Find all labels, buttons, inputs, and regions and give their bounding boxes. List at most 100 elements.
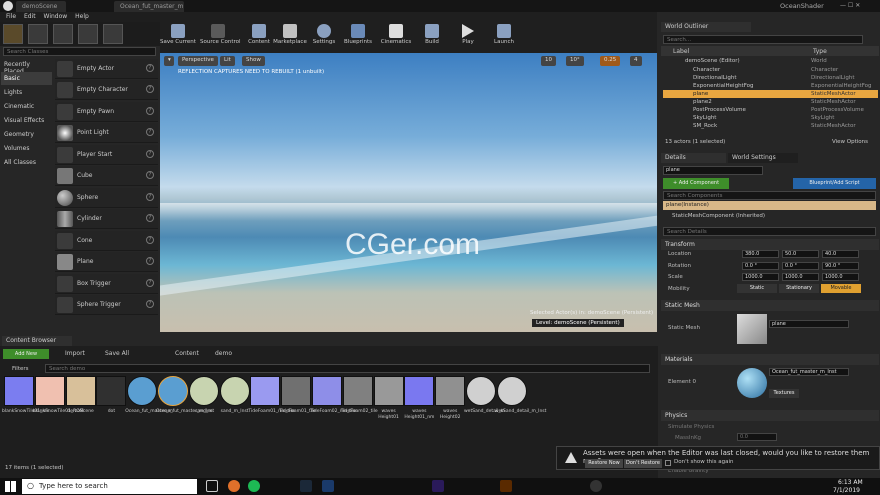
foliage-mode-icon[interactable] — [78, 24, 98, 44]
rotation-x[interactable]: 0.0 ° — [742, 262, 779, 270]
actor-item[interactable]: Point Light? — [55, 123, 158, 143]
column-type[interactable]: Type — [813, 48, 827, 55]
view-options-button[interactable]: View Options — [832, 139, 868, 145]
content-browser-tab[interactable]: Content Browser — [2, 336, 72, 346]
help-icon[interactable]: ? — [146, 150, 154, 158]
landscape-mode-icon[interactable] — [53, 24, 73, 44]
outliner-row[interactable]: PostProcessVolume PostProcessVolume — [663, 106, 878, 114]
save-all-button[interactable]: Save All — [105, 350, 129, 357]
asset-thumbnail[interactable] — [219, 376, 250, 406]
menu-file[interactable]: File — [6, 12, 16, 22]
grid-snap[interactable]: 10 — [541, 56, 556, 66]
help-icon[interactable]: ? — [146, 300, 154, 308]
blueprint-add-script-button[interactable]: Blueprint/Add Script — [793, 178, 876, 189]
steam-icon[interactable] — [300, 480, 312, 492]
help-icon[interactable]: ? — [146, 214, 154, 222]
help-icon[interactable]: ? — [146, 85, 154, 93]
play-button[interactable]: Play — [450, 22, 486, 48]
mobility-stationary[interactable]: Stationary — [779, 284, 819, 293]
camera-speed[interactable]: 4 — [630, 56, 642, 66]
path-content[interactable]: Content — [175, 350, 199, 357]
rotation-y[interactable]: 0.0 ° — [782, 262, 819, 270]
outliner-row[interactable]: DirectionalLight DirectionalLight — [663, 74, 878, 82]
content-search-input[interactable]: Search demo — [45, 364, 650, 373]
asset-thumbnail[interactable] — [281, 376, 312, 406]
scale-z[interactable]: 1000.0 — [822, 273, 859, 281]
scale-label[interactable]: Scale — [668, 274, 683, 280]
scale-x[interactable]: 1000.0 — [742, 273, 779, 281]
help-icon[interactable]: ? — [146, 279, 154, 287]
help-icon[interactable]: ? — [146, 64, 154, 72]
mobility-movable[interactable]: Movable — [821, 284, 861, 293]
taskbar-search-box[interactable]: ○ Type here to search — [22, 479, 197, 494]
actor-item[interactable]: Sphere Trigger? — [55, 295, 158, 315]
filters-button[interactable]: Filters — [12, 366, 29, 372]
category-volumes[interactable]: Volumes — [1, 142, 52, 155]
menu-help[interactable]: Help — [75, 12, 89, 22]
cinematics-button[interactable]: Cinematics — [378, 22, 414, 48]
scale-y[interactable]: 1000.0 — [782, 273, 819, 281]
static-mesh-dropdown[interactable]: plane — [769, 320, 849, 328]
viewport-options-button[interactable]: ▾ — [164, 56, 174, 66]
asset-thumbnail[interactable] — [34, 376, 65, 406]
location-y[interactable]: 50.0 — [782, 250, 819, 258]
help-icon[interactable]: ? — [146, 171, 154, 179]
windows-start-icon[interactable] — [5, 481, 16, 492]
perspective-button[interactable]: Perspective — [178, 56, 218, 66]
category-recently-placed[interactable]: Recently Placed — [1, 58, 52, 75]
launch-button[interactable]: Launch — [486, 22, 522, 48]
outliner-row[interactable]: Character Character — [663, 66, 878, 74]
static-mesh-thumbnail[interactable] — [737, 314, 767, 344]
actor-item[interactable]: Empty Actor? — [55, 59, 158, 79]
details-search-input[interactable]: Search Details — [663, 227, 876, 236]
world-outliner-header[interactable]: World Outliner — [661, 22, 751, 32]
location-label[interactable]: Location — [668, 251, 691, 257]
photoshop-icon[interactable] — [322, 480, 334, 492]
asset-thumbnail[interactable] — [342, 376, 373, 406]
save-current-button[interactable]: Save Current — [160, 22, 196, 48]
asset-thumbnail[interactable] — [435, 376, 466, 406]
actor-item[interactable]: Plane? — [55, 252, 158, 272]
column-label[interactable]: Label — [673, 48, 689, 55]
geometry-mode-icon[interactable] — [103, 24, 123, 44]
dont-restore-button[interactable]: Don't Restore — [624, 459, 662, 468]
category-geometry[interactable]: Geometry — [1, 128, 52, 141]
outliner-row[interactable]: plane2 StaticMeshActor — [663, 98, 878, 106]
add-component-button[interactable]: + Add Component — [663, 178, 729, 189]
actor-item[interactable]: Empty Pawn? — [55, 102, 158, 122]
world-settings-tab[interactable]: World Settings — [728, 153, 798, 163]
asset-thumbnail[interactable] — [188, 376, 219, 406]
material-thumbnail[interactable] — [737, 368, 767, 398]
asset-thumbnail[interactable] — [65, 376, 96, 406]
unreal-taskbar-icon[interactable] — [590, 480, 602, 492]
restore-now-button[interactable]: Restore Now — [585, 459, 623, 468]
asset-thumbnail[interactable] — [158, 376, 188, 406]
show-button[interactable]: Show — [242, 56, 265, 66]
actor-item[interactable]: Cylinder? — [55, 209, 158, 229]
actor-item[interactable]: Box Trigger? — [55, 274, 158, 294]
category-all-classes[interactable]: All Classes — [1, 156, 52, 169]
outliner-row[interactable]: SM_Rock StaticMeshActor — [663, 122, 878, 130]
physics-section[interactable]: Physics — [661, 410, 879, 421]
settings-button[interactable]: Settings — [306, 22, 342, 48]
asset-thumbnail[interactable] — [466, 376, 496, 406]
tab-demoscene[interactable]: demoScene — [16, 1, 66, 12]
rotation-z[interactable]: 90.0 ° — [822, 262, 859, 270]
outliner-search-input[interactable]: Search... — [663, 35, 863, 44]
tab-ocean-material[interactable]: Ocean_fut_master_m — [114, 1, 184, 12]
source-control-button[interactable]: Source Control — [200, 22, 241, 48]
scale-snap[interactable]: 0.25 — [600, 56, 621, 66]
asset-thumbnail[interactable] — [404, 376, 435, 406]
place-mode-icon[interactable] — [3, 24, 23, 44]
window-controls[interactable]: — ☐ ✕ — [840, 2, 860, 9]
category-lights[interactable]: Lights — [1, 86, 52, 99]
material-dropdown[interactable]: Ocean_fut_master_m_Inst — [769, 368, 849, 376]
outliner-row[interactable]: demoScene (Editor) World — [663, 57, 878, 65]
menu-edit[interactable]: Edit — [24, 12, 36, 22]
actor-name-field[interactable]: plane — [663, 166, 763, 175]
component-search-input[interactable]: Search Components — [663, 191, 876, 200]
rotation-label[interactable]: Rotation — [668, 263, 691, 269]
location-z[interactable]: 40.0 — [822, 250, 859, 258]
build-button[interactable]: Build — [414, 22, 450, 48]
premiere-icon[interactable] — [432, 480, 444, 492]
